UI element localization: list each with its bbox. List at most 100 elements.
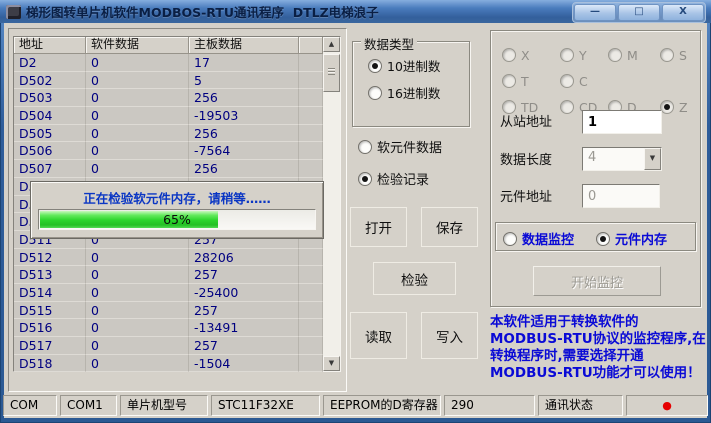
status-panel: 单片机型号 (120, 395, 208, 416)
table-row[interactable]: D5060-7564 (14, 142, 323, 160)
table-row[interactable]: D5160-13491 (14, 319, 323, 337)
column-header-software-data[interactable]: 软件数据 (86, 37, 189, 54)
radio-device-circle (660, 100, 674, 114)
table-row[interactable]: D512028206 (14, 249, 323, 267)
radio-element-memory[interactable]: 元件内存 (596, 229, 667, 248)
radio-device-m: M (608, 48, 660, 63)
radio-element-memory-label: 元件内存 (615, 229, 667, 248)
radio-device-z: Z (660, 100, 696, 115)
radio-device-circle (560, 100, 574, 114)
table-header: 地址 软件数据 主板数据 (14, 37, 323, 54)
data-length-dropdown: 4 ▼ (582, 147, 662, 171)
radio-device-circle (560, 48, 574, 62)
radio-device-circle (560, 74, 574, 88)
info-line: 本软件适用于转换软件的 (490, 314, 706, 331)
column-header-extra (299, 37, 323, 54)
chevron-down-icon: ▼ (644, 148, 661, 170)
radio-decimal-circle (368, 59, 382, 73)
element-address-input (582, 184, 660, 208)
progress-percent: 65% (39, 212, 315, 227)
radio-device-s: S (660, 48, 696, 63)
radio-device-circle (502, 48, 516, 62)
status-panel: COM1 (60, 395, 117, 416)
radio-device-x: X (502, 48, 560, 63)
start-monitor-button: 开始监控 (533, 266, 661, 296)
scrollbar-thumb[interactable] (323, 54, 340, 92)
titlebar: 梯形图转单片机软件MODBOS-RTU通讯程序 DTLZ电梯浪子 — □ X (0, 0, 711, 23)
read-button[interactable]: 读取 (350, 312, 407, 359)
scrollbar-track[interactable] (323, 52, 340, 356)
write-button[interactable]: 写入 (421, 312, 478, 359)
table-row[interactable]: D5130257 (14, 266, 323, 284)
radio-device-label: M (627, 48, 638, 63)
radio-check-record[interactable]: 检验记录 (358, 169, 429, 188)
vertical-scrollbar[interactable]: ▲ ▼ (323, 37, 340, 371)
radio-check-record-circle (358, 172, 372, 186)
status-panel: 290 (444, 395, 535, 416)
radio-soft-element-data[interactable]: 软元件数据 (358, 137, 442, 156)
radio-soft-element-label: 软元件数据 (377, 137, 442, 156)
status-panel: STC11F32XE (211, 395, 320, 416)
table-row[interactable]: D5170257 (14, 337, 323, 355)
progress-bar: 65% (38, 209, 316, 230)
data-length-label: 数据长度 (500, 149, 552, 173)
close-button[interactable]: X (662, 4, 704, 21)
data-type-group-title: 数据类型 (361, 34, 417, 53)
status-dot-icon: ● (662, 399, 672, 412)
radio-device-label: Y (579, 48, 587, 63)
table-row[interactable]: D2017 (14, 54, 323, 72)
radio-device-label: Z (679, 100, 688, 115)
table-row[interactable]: D5050256 (14, 125, 323, 143)
radio-device-label: C (579, 74, 588, 89)
progress-dialog: 正在检验软元件内存，请稍等…… 65% (30, 181, 324, 239)
table-row[interactable]: D5150257 (14, 302, 323, 320)
radio-data-monitor-circle (503, 232, 517, 246)
app-window: 梯形图转单片机软件MODBOS-RTU通讯程序 DTLZ电梯浪子 — □ X 地… (0, 0, 711, 423)
slave-address-label: 从站地址 (500, 111, 552, 135)
radio-device-label: X (521, 48, 530, 63)
save-button[interactable]: 保存 (421, 207, 478, 247)
column-header-address[interactable]: 地址 (14, 37, 86, 54)
info-text: 本软件适用于转换软件的MODBUS-RTU协议的监控程序,在转换程序时,需要选择… (490, 314, 706, 382)
radio-hexadecimal-circle (368, 86, 382, 100)
table-row[interactable]: D50205 (14, 72, 323, 90)
radio-data-monitor-label: 数据监控 (522, 229, 574, 248)
scroll-down-icon[interactable]: ▼ (323, 356, 340, 371)
radio-hexadecimal[interactable]: 16进制数 (368, 83, 440, 102)
data-length-value: 4 (583, 148, 644, 170)
status-bar: COMCOM1单片机型号STC11F32XEEEPROM的D寄存器290通讯状态… (3, 395, 708, 416)
radio-device-label: T (521, 74, 529, 89)
radio-device-t: T (502, 74, 560, 89)
window-controls: — □ X (572, 2, 706, 23)
scroll-up-icon[interactable]: ▲ (323, 37, 340, 52)
column-header-board-data[interactable]: 主板数据 (189, 37, 299, 54)
radio-decimal[interactable]: 10进制数 (368, 56, 440, 75)
radio-check-record-label: 检验记录 (377, 169, 429, 188)
radio-device-y: Y (560, 48, 608, 63)
comm-status-panel: ● (626, 395, 708, 416)
radio-soft-element-circle (358, 140, 372, 154)
status-panel: COM (3, 395, 57, 416)
info-line: MODBUS-RTU协议的监控程序,在 (490, 331, 706, 348)
table-row[interactable]: D5140-25400 (14, 284, 323, 302)
table-row[interactable]: D5070256 (14, 160, 323, 178)
radio-device-circle (660, 48, 674, 62)
radio-device-label: S (679, 48, 687, 63)
radio-data-monitor[interactable]: 数据监控 (503, 229, 574, 248)
info-line: 转换程序时,需要选择开通 (490, 348, 706, 365)
radio-device-c: C (560, 74, 608, 89)
table-row[interactable]: D5030256 (14, 89, 323, 107)
minimize-button[interactable]: — (574, 4, 616, 21)
device-type-grid: XYMSTCTDCDDZ (502, 42, 696, 120)
radio-hexadecimal-label: 16进制数 (387, 83, 440, 102)
radio-decimal-label: 10进制数 (387, 56, 440, 75)
table-row[interactable]: D5180-1504 (14, 355, 323, 373)
verify-button[interactable]: 检验 (373, 262, 456, 295)
slave-address-input[interactable] (582, 110, 662, 134)
maximize-button[interactable]: □ (618, 4, 660, 21)
radio-device-circle (502, 74, 516, 88)
window-title: 梯形图转单片机软件MODBOS-RTU通讯程序 DTLZ电梯浪子 (26, 2, 379, 21)
open-button[interactable]: 打开 (350, 207, 407, 247)
status-panel: EEPROM的D寄存器 (323, 395, 441, 416)
table-row[interactable]: D5040-19503 (14, 107, 323, 125)
